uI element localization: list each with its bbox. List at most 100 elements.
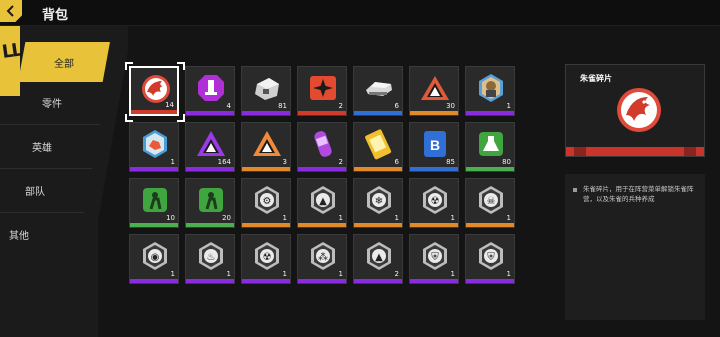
inventory-item[interactable]: 2 [297,66,347,116]
inventory-item[interactable]: ⚙ 1 [241,178,291,228]
item-icon [195,72,227,104]
inventory-item[interactable]: ⛨ 1 [409,234,459,284]
inventory-item[interactable]: ☢ 1 [409,178,459,228]
rarity-bar [186,167,234,171]
item-description-box: 朱雀碎片，用于在阵营菜单解锁朱雀阵营，以及朱雀的兵种养成 [565,174,705,320]
inventory-item[interactable]: ☠ 1 [465,178,515,228]
tab-heroes-label: 英雄 [32,142,52,154]
rarity-bar [130,279,178,283]
svg-text:❄: ❄ [375,196,383,207]
inventory-item[interactable]: B 85 [409,122,459,172]
item-count: 6 [394,158,399,166]
item-count: 1 [506,102,511,110]
item-count: 81 [278,102,287,110]
rarity-bar [354,223,402,227]
svg-text:⚙: ⚙ [263,196,272,207]
inventory-item[interactable]: 20 [185,178,235,228]
item-icon [475,128,507,160]
globe-token-icon: ◉ [143,242,167,270]
tab-parts[interactable]: 零件 [0,82,104,122]
snowflake-token-icon: ❄ [367,186,391,214]
inventory-item[interactable]: 1 [465,66,515,116]
item-icon: ☠ [475,184,507,216]
svg-text:◉: ◉ [151,252,160,263]
dots-token-icon: ⁂ [311,242,335,270]
green-soldier-card-icon [143,188,167,212]
mech-crate-icon [255,78,279,100]
inventory-item[interactable]: 1 [129,122,179,172]
inventory-item[interactable]: 81 [241,66,291,116]
inventory-item[interactable]: 4 [185,66,235,116]
phoenix-shard-icon [617,88,661,132]
item-icon [307,72,339,104]
inventory-item[interactable]: ❄ 1 [353,178,403,228]
item-count: 3 [282,158,287,166]
inventory-item[interactable]: ⁂ 1 [297,234,347,284]
inventory-item[interactable]: 80 [465,122,515,172]
item-count: 1 [394,214,399,222]
back-button[interactable] [0,0,22,22]
rarity-bar [298,223,346,227]
tab-parts-label: 零件 [42,98,62,110]
radiation-token-icon: ☢ [255,242,279,270]
inventory-item[interactable]: ⛨ 1 [465,234,515,284]
inventory-item[interactable]: 3 [241,122,291,172]
item-count: 2 [394,270,399,278]
detail-rarity-bar [566,147,704,156]
item-count: 30 [446,102,455,110]
tab-other[interactable]: 其他 [0,214,38,254]
tab-all[interactable]: 全部 [18,42,110,82]
inventory-item[interactable]: 30 [409,66,459,116]
inventory-item[interactable]: 14 [129,66,179,116]
svg-text:☠: ☠ [487,196,496,207]
flame-token-icon: ♨ [199,242,223,270]
inventory-item[interactable]: ▲ 1 [297,178,347,228]
item-icon [195,128,227,160]
item-icon: ⚙ [251,184,283,216]
rarity-bar [466,223,514,227]
inventory-item[interactable]: 6 [353,122,403,172]
item-icon: ⛨ [475,240,507,272]
rarity-bar [354,279,402,283]
radiation-token-icon: ☢ [423,186,447,214]
inventory-item[interactable]: ☢ 1 [241,234,291,284]
shield-token-icon: ⛨ [423,242,447,270]
item-icon: ❄ [363,184,395,216]
inventory-item[interactable]: ♨ 1 [185,234,235,284]
item-count: 2 [338,102,343,110]
inventory-item[interactable]: 164 [185,122,235,172]
item-icon: ⁂ [307,240,339,272]
rarity-bar [242,167,290,171]
tab-troops-label: 部队 [25,186,45,198]
rarity-bar [410,279,458,283]
tab-heroes[interactable]: 英雄 [0,126,84,166]
inventory-item[interactable]: 2 [297,122,347,172]
item-icon [139,184,171,216]
rarity-bar [298,279,346,283]
tab-troops[interactable]: 部队 [0,170,70,210]
inventory-item[interactable]: ▲ 2 [353,234,403,284]
rarity-bar [131,110,177,114]
item-icon [139,128,171,160]
rarity-bar [242,223,290,227]
tab-other-label: 其他 [9,230,29,242]
inventory-item[interactable]: 6 [353,66,403,116]
gold-ticket-icon [365,129,392,160]
item-description: 朱雀碎片，用于在阵营菜单解锁朱雀阵营，以及朱雀的兵种养成 [583,185,694,203]
rarity-bar [186,111,234,115]
item-count: 85 [446,158,455,166]
inventory-item[interactable]: 10 [129,178,179,228]
item-icon [363,128,395,160]
sidebar-divider [0,124,100,125]
rarity-bar [130,223,178,227]
item-icon: ☢ [251,240,283,272]
svg-text:⁂: ⁂ [318,251,328,263]
item-count: 80 [502,158,511,166]
selection-corner [125,62,133,70]
item-icon [195,184,227,216]
back-arrow-icon [6,5,14,17]
sidebar-divider [0,212,84,213]
rarity-bar [186,279,234,283]
inventory-item[interactable]: ◉ 1 [129,234,179,284]
item-count: 1 [226,270,231,278]
